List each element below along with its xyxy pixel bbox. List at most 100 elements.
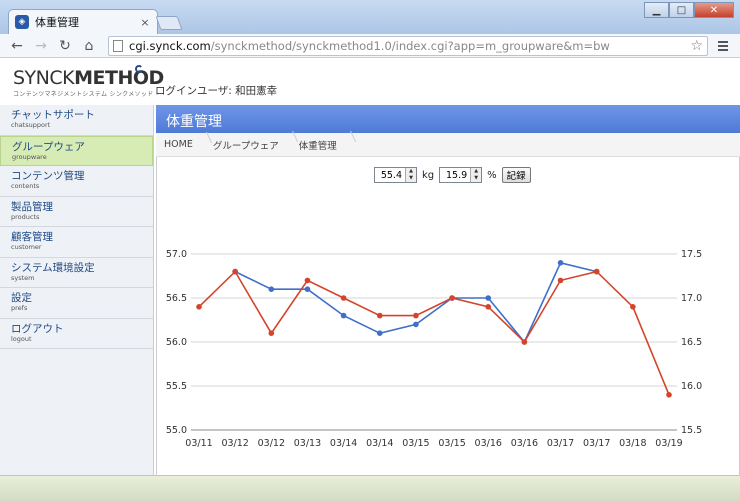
spin-up-icon[interactable]: ▲ bbox=[406, 168, 416, 175]
data-point bbox=[413, 312, 419, 319]
y-right-tick-label: 17.0 bbox=[681, 293, 702, 304]
sidebar-item-groupware[interactable]: グループウェア groupware bbox=[0, 135, 153, 166]
sidebar-item-sublabel: customer bbox=[11, 243, 42, 251]
new-tab-button[interactable] bbox=[155, 16, 183, 30]
sidebar-item-system[interactable]: システム環境設定 system bbox=[0, 258, 153, 288]
y-left-tick-label: 55.0 bbox=[166, 425, 187, 436]
page-icon bbox=[113, 39, 123, 52]
fat-stepper-buttons[interactable]: ▲ ▼ bbox=[470, 168, 482, 182]
web-page: SYNCKMETHOD コンテンツマネジメントシステム シンクメソッド ログイン… bbox=[0, 58, 740, 501]
x-tick-label: 03/19 bbox=[655, 438, 682, 449]
bookmark-star-icon[interactable]: ☆ bbox=[690, 38, 703, 54]
sidebar-item-chatsupport[interactable]: チャットサポート chatsupport bbox=[0, 105, 153, 136]
breadcrumb-current: 体重管理 bbox=[299, 138, 357, 152]
record-button[interactable]: 記録 bbox=[501, 167, 531, 183]
data-point bbox=[304, 277, 311, 284]
sidebar-item-sublabel: prefs bbox=[11, 304, 28, 312]
data-point bbox=[413, 321, 419, 328]
data-point bbox=[666, 392, 672, 398]
x-tick-label: 03/14 bbox=[330, 438, 357, 449]
main-panel: 体重管理 HOME グループウェア 体重管理 ▲▼ kg ▲▼ % 記録 55.… bbox=[156, 105, 740, 475]
data-point bbox=[376, 330, 383, 336]
y-left-tick-label: 57.0 bbox=[166, 249, 187, 260]
data-point bbox=[340, 295, 347, 301]
sidebar: チャットサポート chatsupport グループウェア groupware コ… bbox=[0, 105, 154, 475]
y-right-tick-label: 16.5 bbox=[681, 337, 702, 348]
url-text[interactable]: cgi.synck.com/synckmethod/synckmethod1.0… bbox=[129, 39, 690, 53]
sidebar-item-sublabel: products bbox=[11, 212, 40, 221]
spin-down-icon[interactable]: ▼ bbox=[471, 175, 481, 182]
page-title: 体重管理 bbox=[156, 105, 740, 133]
weight-stepper-buttons[interactable]: ▲ ▼ bbox=[405, 168, 416, 182]
y-left-tick-label: 56.0 bbox=[166, 337, 187, 348]
sidebar-item-sublabel: logout bbox=[11, 334, 32, 343]
forward-arrow-icon[interactable]: → bbox=[30, 36, 52, 56]
browser-menu-icon[interactable] bbox=[712, 40, 734, 51]
y-left-tick-label: 55.5 bbox=[166, 381, 187, 392]
x-tick-label: 03/13 bbox=[294, 438, 321, 449]
close-window-icon[interactable]: ✕ bbox=[694, 2, 734, 18]
browser-tab[interactable]: ◈ 体重管理 × bbox=[8, 9, 158, 34]
x-tick-label: 03/11 bbox=[185, 438, 212, 449]
data-point bbox=[521, 339, 528, 345]
reload-icon[interactable]: ↻ bbox=[54, 36, 76, 56]
home-icon[interactable]: ⌂ bbox=[78, 36, 100, 56]
minimize-icon[interactable]: ▁ bbox=[644, 2, 669, 18]
sidebar-item-label: システム環境設定 bbox=[11, 261, 95, 274]
address-bar[interactable]: cgi.synck.com/synckmethod/synckmethod1.0… bbox=[108, 35, 708, 56]
fat-stepper[interactable]: ▲▼ bbox=[439, 167, 483, 183]
logo-subtitle: コンテンツマネジメントシステム シンクメソッド bbox=[13, 91, 154, 98]
sidebar-item-label: チャットサポート bbox=[11, 109, 95, 121]
record-form: ▲▼ kg ▲▼ % 記録 bbox=[374, 167, 531, 183]
x-tick-label: 03/14 bbox=[366, 438, 393, 449]
weight-stepper[interactable]: ▲▼ bbox=[374, 167, 417, 183]
sidebar-item-logout[interactable]: ログアウト logout bbox=[0, 319, 153, 349]
y-right-tick-label: 17.5 bbox=[681, 249, 702, 260]
close-tab-icon[interactable]: × bbox=[139, 16, 151, 29]
data-point bbox=[268, 330, 275, 336]
maximize-icon[interactable]: □ bbox=[669, 2, 694, 18]
sidebar-item-sublabel: groupware bbox=[12, 152, 47, 161]
sidebar-item-sublabel: chatsupport bbox=[11, 121, 51, 129]
data-point bbox=[449, 295, 455, 301]
data-point bbox=[630, 304, 636, 310]
sidebar-item-sublabel: system bbox=[11, 273, 35, 282]
y-right-tick-label: 15.5 bbox=[681, 425, 702, 436]
fat-unit: % bbox=[487, 169, 497, 181]
x-tick-label: 03/12 bbox=[221, 438, 248, 449]
sidebar-item-customer[interactable]: 顧客管理 customer bbox=[0, 227, 153, 258]
sidebar-item-label: 顧客管理 bbox=[11, 231, 53, 243]
favicon-icon: ◈ bbox=[15, 15, 29, 29]
x-tick-label: 03/16 bbox=[475, 438, 502, 449]
series-line-1 bbox=[234, 261, 597, 344]
login-user: ログインユーザ: 和田憲幸 bbox=[155, 85, 278, 97]
x-tick-label: 03/17 bbox=[547, 438, 574, 449]
breadcrumb-home[interactable]: HOME bbox=[164, 139, 213, 150]
back-arrow-icon[interactable]: ← bbox=[6, 36, 28, 56]
sidebar-item-prefs[interactable]: 設定 prefs bbox=[0, 288, 153, 319]
data-point bbox=[557, 277, 564, 284]
content-area: ▲▼ kg ▲▼ % 記録 55.0 55.5 56.0 56.5 57.0 15.5 16… bbox=[156, 157, 740, 475]
x-tick-label: 03/12 bbox=[258, 438, 285, 449]
y-left-tick-label: 56.5 bbox=[166, 293, 187, 304]
data-point bbox=[376, 312, 383, 319]
x-tick-label: 03/16 bbox=[511, 438, 538, 449]
url-path: /synckmethod/synckmethod1.0/index.cgi?ap… bbox=[210, 38, 610, 53]
sidebar-item-label: コンテンツ管理 bbox=[11, 170, 85, 182]
data-point bbox=[593, 268, 600, 275]
x-tick-label: 03/18 bbox=[619, 438, 646, 449]
y-right-tick-label: 16.0 bbox=[681, 381, 702, 392]
synckmethod-logo[interactable]: SYNCKMETHOD コンテンツマネジメントシステム シンクメソッド bbox=[13, 65, 164, 98]
sidebar-item-products[interactable]: 製品管理 products bbox=[0, 197, 153, 227]
sidebar-item-contents[interactable]: コンテンツ管理 contents bbox=[0, 166, 153, 197]
data-point bbox=[304, 286, 311, 292]
breadcrumb-groupware[interactable]: グループウェア bbox=[213, 138, 299, 152]
app-header: SYNCKMETHOD コンテンツマネジメントシステム シンクメソッド ログイン… bbox=[0, 58, 740, 105]
x-tick-label: 03/17 bbox=[583, 438, 610, 449]
fat-input[interactable] bbox=[440, 168, 471, 182]
weight-input[interactable] bbox=[375, 168, 405, 182]
spin-down-icon[interactable]: ▼ bbox=[406, 175, 416, 182]
browser-toolbar: ← → ↻ ⌂ cgi.synck.com/synckmethod/synckm… bbox=[0, 34, 740, 58]
x-tick-label: 03/15 bbox=[438, 438, 465, 449]
spin-up-icon[interactable]: ▲ bbox=[471, 168, 481, 175]
